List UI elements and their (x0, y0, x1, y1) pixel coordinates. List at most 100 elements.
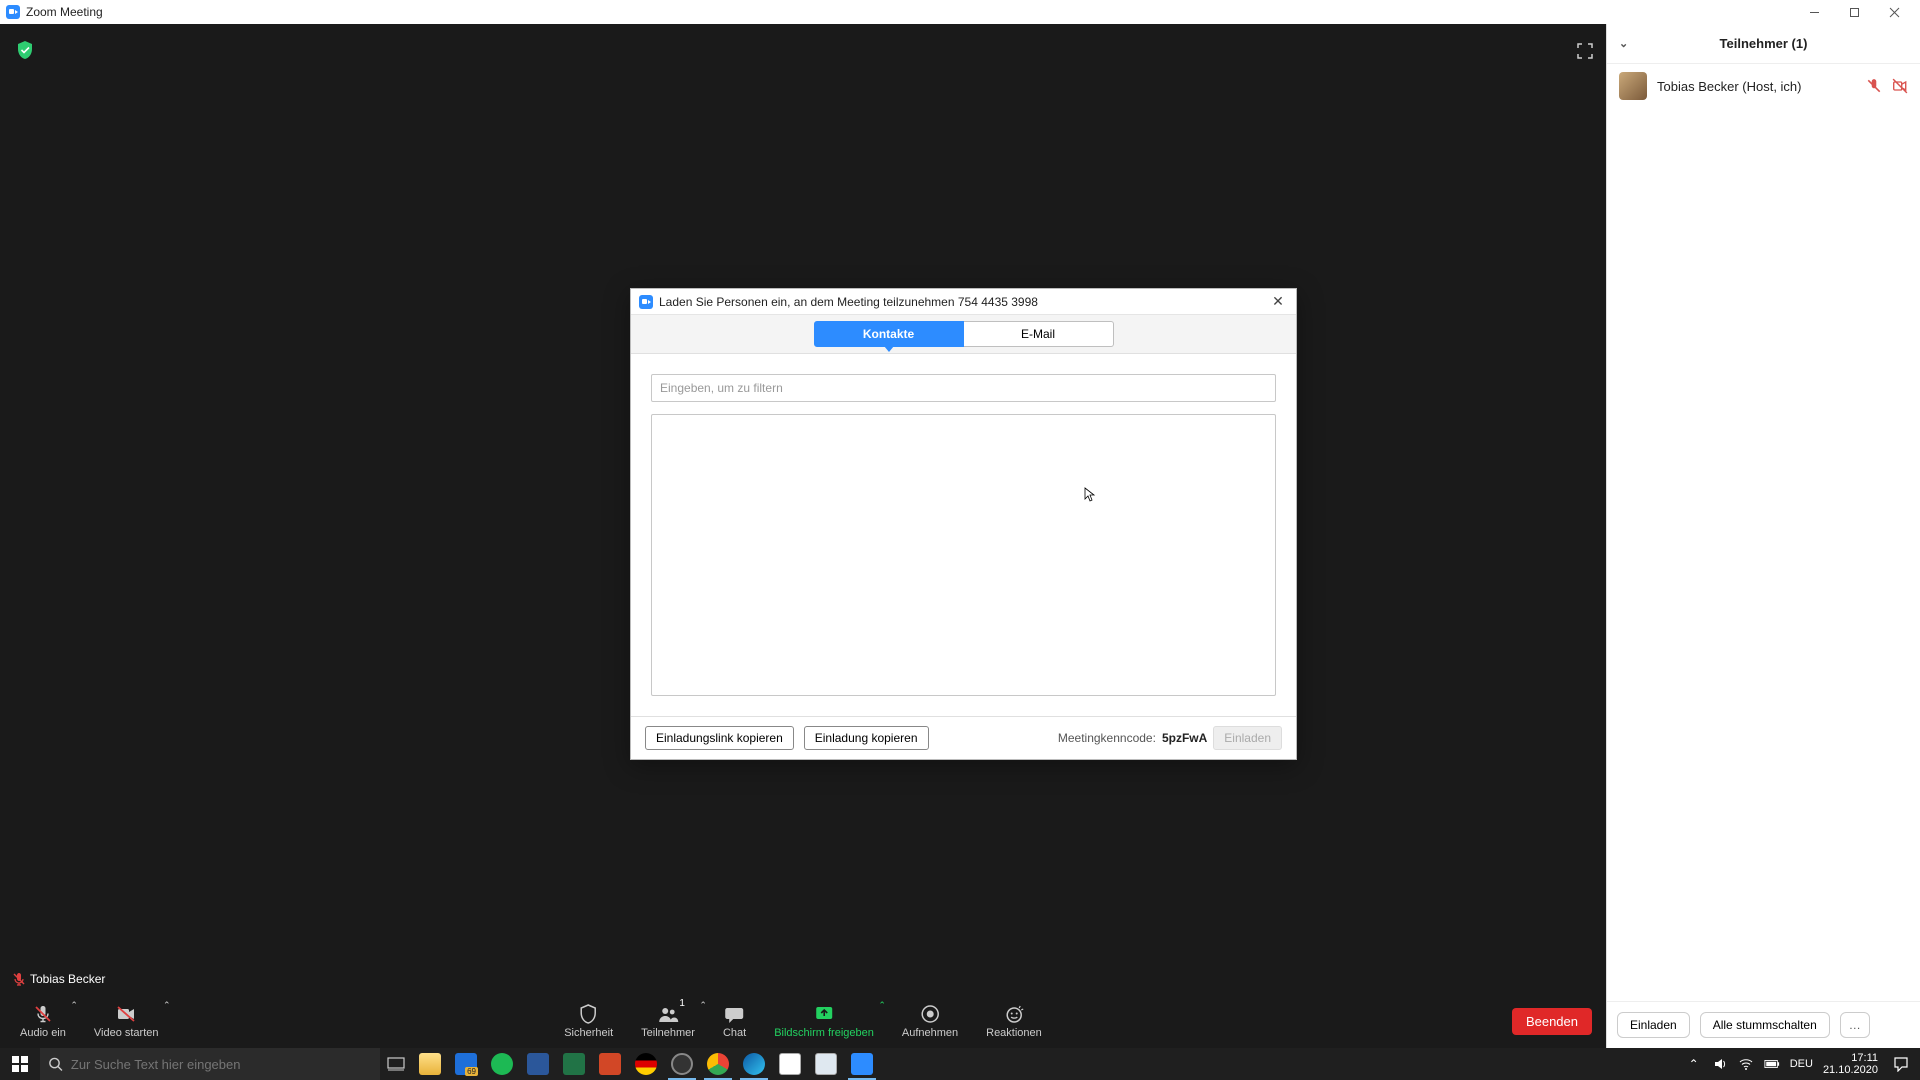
mail-badge: 69 (465, 1067, 478, 1076)
taskbar-app-germany[interactable] (628, 1048, 664, 1080)
tab-email[interactable]: E-Mail (964, 321, 1114, 347)
end-meeting-button[interactable]: Beenden (1512, 1008, 1592, 1035)
video-control[interactable]: ⌃ Video starten (80, 994, 173, 1048)
taskbar-app-zoom[interactable] (844, 1048, 880, 1080)
window-maximize-button[interactable] (1834, 0, 1874, 24)
meeting-code-label: Meetingkenncode: (1058, 731, 1156, 745)
chevron-down-icon[interactable]: ⌄ (1619, 37, 1628, 50)
tray-chevron-icon[interactable]: ⌃ (1686, 1056, 1702, 1072)
video-label: Video starten (94, 1027, 159, 1039)
taskbar-app-generic[interactable] (808, 1048, 844, 1080)
taskbar-app-word[interactable] (520, 1048, 556, 1080)
window-title: Zoom Meeting (26, 5, 103, 19)
meeting-code-value: 5pzFwA (1162, 731, 1207, 745)
taskbar-search[interactable] (40, 1048, 380, 1080)
video-off-icon (115, 1003, 137, 1025)
dialog-title: Laden Sie Personen ein, an dem Meeting t… (659, 295, 1038, 309)
mute-all-button[interactable]: Alle stummschalten (1700, 1012, 1830, 1038)
participants-title: Teilnehmer (1) (1720, 36, 1808, 51)
system-tray: ⌃ DEU 17:11 21.10.2020 (1686, 1048, 1920, 1080)
video-off-icon (1892, 78, 1908, 94)
audio-control[interactable]: ⌃ Audio ein (6, 994, 80, 1048)
mic-muted-icon (12, 972, 26, 986)
taskbar-app-excel[interactable] (556, 1048, 592, 1080)
dialog-tabs: Kontakte E-Mail (631, 315, 1296, 354)
share-screen-icon (813, 1003, 835, 1025)
dialog-titlebar: Laden Sie Personen ein, an dem Meeting t… (631, 289, 1296, 315)
chevron-up-icon[interactable]: ⌃ (878, 1000, 886, 1011)
participants-label: Teilnehmer (641, 1027, 695, 1039)
volume-icon[interactable] (1712, 1056, 1728, 1072)
taskbar-app-notepad[interactable] (772, 1048, 808, 1080)
start-button[interactable] (0, 1048, 40, 1080)
chevron-up-icon[interactable]: ⌃ (699, 1000, 707, 1011)
wifi-icon[interactable] (1738, 1056, 1754, 1072)
reactions-control[interactable]: Reaktionen (972, 994, 1056, 1048)
taskbar-app-mail[interactable]: 69 (448, 1048, 484, 1080)
chat-icon (724, 1003, 746, 1025)
participants-footer: Einladen Alle stummschalten … (1607, 1001, 1920, 1048)
security-label: Sicherheit (564, 1027, 613, 1039)
audio-label: Audio ein (20, 1027, 66, 1039)
task-view-button[interactable] (380, 1048, 412, 1080)
taskbar-app-edge[interactable] (736, 1048, 772, 1080)
participants-header: ⌄ Teilnehmer (1) (1607, 24, 1920, 64)
chat-label: Chat (723, 1027, 746, 1039)
participant-name: Tobias Becker (Host, ich) (1657, 79, 1856, 94)
meeting-controls-bar: ⌃ Audio ein ⌃ Video starten (0, 994, 1606, 1048)
dialog-body (631, 354, 1296, 716)
tab-contacts[interactable]: Kontakte (814, 321, 964, 347)
battery-icon[interactable] (1764, 1056, 1780, 1072)
participants-icon (657, 1003, 679, 1025)
share-screen-control[interactable]: ⌃ Bildschirm freigeben (760, 994, 888, 1048)
window-titlebar: Zoom Meeting (0, 0, 1920, 24)
windows-logo-icon (12, 1056, 28, 1072)
notification-center-button[interactable] (1888, 1048, 1914, 1080)
windows-taskbar: 69 ⌃ DEU 17:11 21.10.2020 (0, 1048, 1920, 1080)
chevron-up-icon[interactable]: ⌃ (70, 1000, 78, 1011)
record-icon (919, 1003, 941, 1025)
participant-row[interactable]: Tobias Becker (Host, ich) (1607, 64, 1920, 108)
taskbar-search-input[interactable] (71, 1057, 372, 1072)
taskbar-app-obs[interactable] (664, 1048, 700, 1080)
copy-invitation-button[interactable]: Einladung kopieren (804, 726, 929, 750)
security-control[interactable]: Sicherheit (550, 994, 627, 1048)
search-icon (48, 1056, 63, 1072)
mic-muted-icon (32, 1003, 54, 1025)
taskbar-app-chrome[interactable] (700, 1048, 736, 1080)
participants-control[interactable]: 1 ⌃ Teilnehmer (627, 994, 709, 1048)
encryption-shield-icon[interactable] (16, 40, 34, 60)
tray-date: 21.10.2020 (1823, 1064, 1878, 1076)
self-video-label: Tobias Becker (8, 970, 109, 988)
participants-count-badge: 1 (679, 998, 685, 1009)
record-label: Aufnehmen (902, 1027, 958, 1039)
fullscreen-icon[interactable] (1576, 42, 1594, 60)
taskbar-app-explorer[interactable] (412, 1048, 448, 1080)
contacts-filter-input[interactable] (651, 374, 1276, 402)
contacts-results-box (651, 414, 1276, 696)
chevron-up-icon[interactable]: ⌃ (163, 1000, 171, 1011)
window-close-button[interactable] (1874, 0, 1914, 24)
dialog-close-button[interactable]: ✕ (1268, 292, 1288, 312)
tray-time: 17:11 (1851, 1052, 1878, 1064)
tray-language[interactable]: DEU (1790, 1058, 1813, 1070)
invite-dialog: Laden Sie Personen ein, an dem Meeting t… (630, 288, 1297, 760)
participants-list: Tobias Becker (Host, ich) (1607, 64, 1920, 1001)
invite-button[interactable]: Einladen (1617, 1012, 1690, 1038)
more-options-button[interactable]: … (1840, 1012, 1870, 1038)
copy-link-button[interactable]: Einladungslink kopieren (645, 726, 794, 750)
dialog-invite-button: Einladen (1213, 726, 1282, 750)
chat-control[interactable]: Chat (709, 994, 760, 1048)
taskbar-app-spotify[interactable] (484, 1048, 520, 1080)
reactions-icon (1003, 1003, 1025, 1025)
dialog-footer: Einladungslink kopieren Einladung kopier… (631, 716, 1296, 759)
zoom-icon (6, 5, 20, 19)
shield-icon (578, 1003, 600, 1025)
reactions-label: Reaktionen (986, 1027, 1042, 1039)
participants-panel: ⌄ Teilnehmer (1) Tobias Becker (Host, ic… (1606, 24, 1920, 1048)
record-control[interactable]: Aufnehmen (888, 994, 972, 1048)
tray-clock[interactable]: 17:11 21.10.2020 (1823, 1052, 1878, 1076)
taskbar-app-powerpoint[interactable] (592, 1048, 628, 1080)
mic-muted-icon (1866, 78, 1882, 94)
window-minimize-button[interactable] (1794, 0, 1834, 24)
